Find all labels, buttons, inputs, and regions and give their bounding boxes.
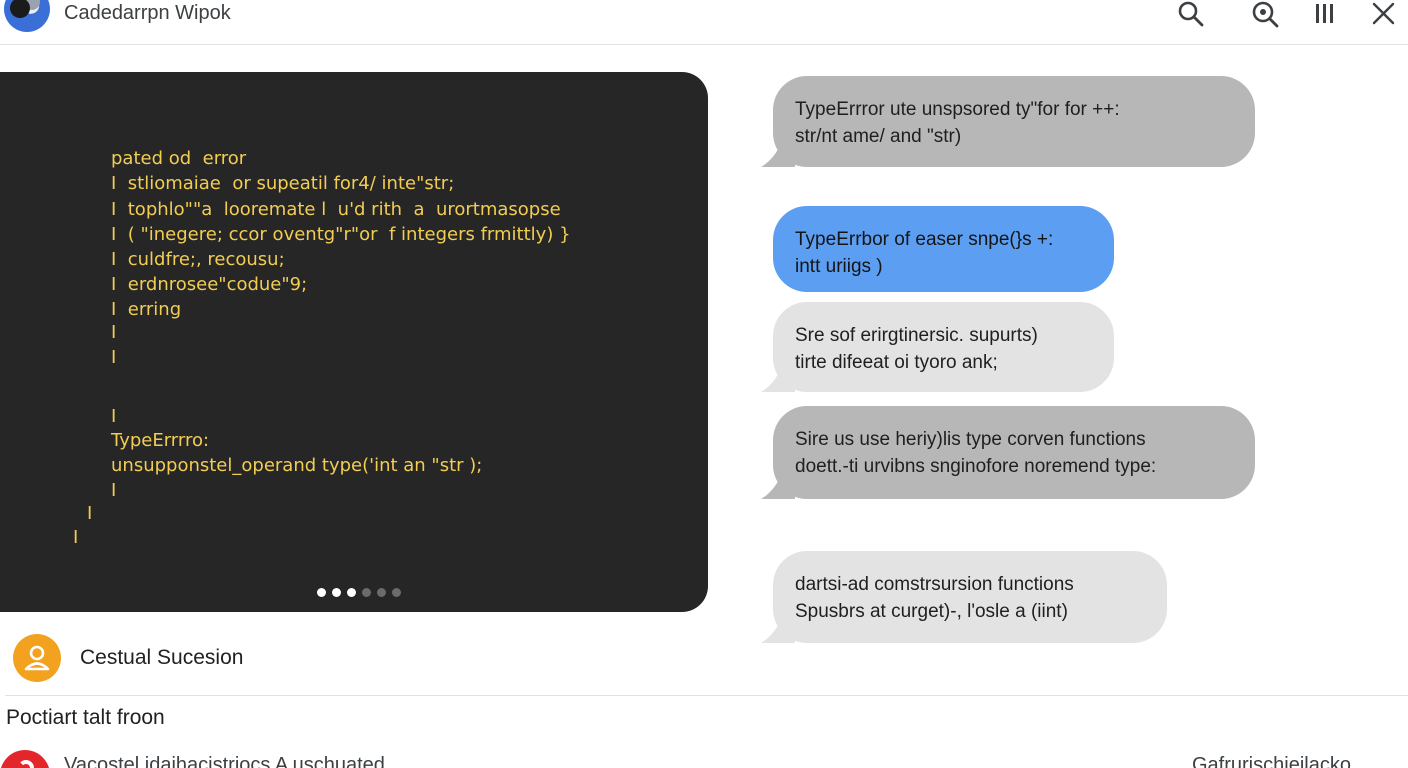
code-line: I (111, 480, 117, 501)
message-text: TypeErrror ute unspsored ty"for for ++: (795, 99, 1120, 120)
code-line: I (111, 406, 117, 427)
code-line: unsupponstel_operand type('int an "str )… (111, 455, 483, 476)
chat-message-selected[interactable]: TypeErrbor of easer snpe(}s +: intt urii… (773, 206, 1114, 292)
bubble-tail (761, 471, 795, 499)
message-text: Sire us use heriy)lis type corven functi… (795, 429, 1146, 450)
app-title: Cadedarrpn Wipok (64, 2, 231, 24)
message-text: intt uriigs ) (795, 256, 883, 277)
carousel-dot[interactable] (392, 588, 401, 597)
message-text: doett.-ti urvibns snginofore noremend ty… (795, 456, 1157, 477)
close-icon[interactable] (1368, 0, 1398, 28)
code-line: I stliomaiae or supeatil for4/ inte"str; (111, 173, 455, 194)
message-text: tirte difeeat oi tyoro ank; (795, 352, 998, 373)
bubble-tail (761, 364, 795, 392)
chat-message: TypeErrror ute unspsored ty"for for ++: … (761, 76, 1255, 167)
carousel-dots[interactable] (317, 588, 401, 597)
bubble-tail (761, 139, 795, 167)
list-item-meta[interactable]: Gafrurischieilacko (1192, 754, 1351, 768)
columns-icon[interactable] (1310, 0, 1340, 28)
code-line: I culdfre;, recousu; (111, 249, 285, 270)
message-text: TypeErrbor of easer snpe(}s +: (795, 229, 1054, 250)
app-logo (4, 0, 50, 32)
code-line: I erring (111, 299, 182, 320)
divider (5, 695, 1408, 696)
user-avatar[interactable] (13, 634, 61, 682)
chat-message: Sre sof erirgtinersic. supurts) tirte di… (761, 302, 1114, 392)
code-line: pated od error (111, 148, 247, 169)
code-block: pated od error I stliomaiae or supeatil … (0, 72, 708, 612)
carousel-dot[interactable] (332, 588, 341, 597)
chat-message: dartsi-ad comstrsursion functions Spusbr… (761, 551, 1167, 643)
message-text: Spusbrs at curget)-, l'osle a (iint) (795, 601, 1068, 622)
code-line: I (73, 527, 79, 548)
carousel-dot[interactable] (317, 588, 326, 597)
carousel-dot[interactable] (362, 588, 371, 597)
carousel-dot[interactable] (377, 588, 386, 597)
code-panel: pated od error I stliomaiae or supeatil … (0, 72, 708, 612)
code-line: I (87, 503, 93, 524)
list-item-text[interactable]: Vacostel idaihacistriocs A uschuated (64, 754, 385, 768)
zoom-in-icon[interactable] (1250, 0, 1280, 28)
app-header: Cadedarrpn Wipok (0, 0, 1408, 45)
section-title: Poctiart talt froon (6, 706, 165, 729)
bubble-tail (761, 615, 795, 643)
carousel-dot[interactable] (347, 588, 356, 597)
message-text: Sre sof erirgtinersic. supurts) (795, 325, 1038, 346)
user-icon (24, 645, 50, 671)
user-name[interactable]: Cestual Sucesion (80, 646, 243, 670)
message-text: dartsi-ad comstrsursion functions (795, 574, 1074, 595)
chat-message: Sire us use heriy)lis type corven functi… (761, 406, 1255, 499)
code-line: TypeErrrro: (111, 430, 210, 451)
code-line: I ( "inegere; ccor oventg"r"or f integer… (111, 224, 571, 245)
code-line: I tophlo""a looremate l u'd rith a urort… (111, 199, 561, 220)
code-line: I (111, 347, 117, 368)
refresh-icon[interactable] (0, 750, 50, 768)
code-line: I (111, 322, 117, 343)
search-icon[interactable] (1176, 0, 1206, 28)
message-text: str/nt ame/ and "str) (795, 126, 962, 147)
code-line: I erdnrosee"codue"9; (111, 274, 308, 295)
